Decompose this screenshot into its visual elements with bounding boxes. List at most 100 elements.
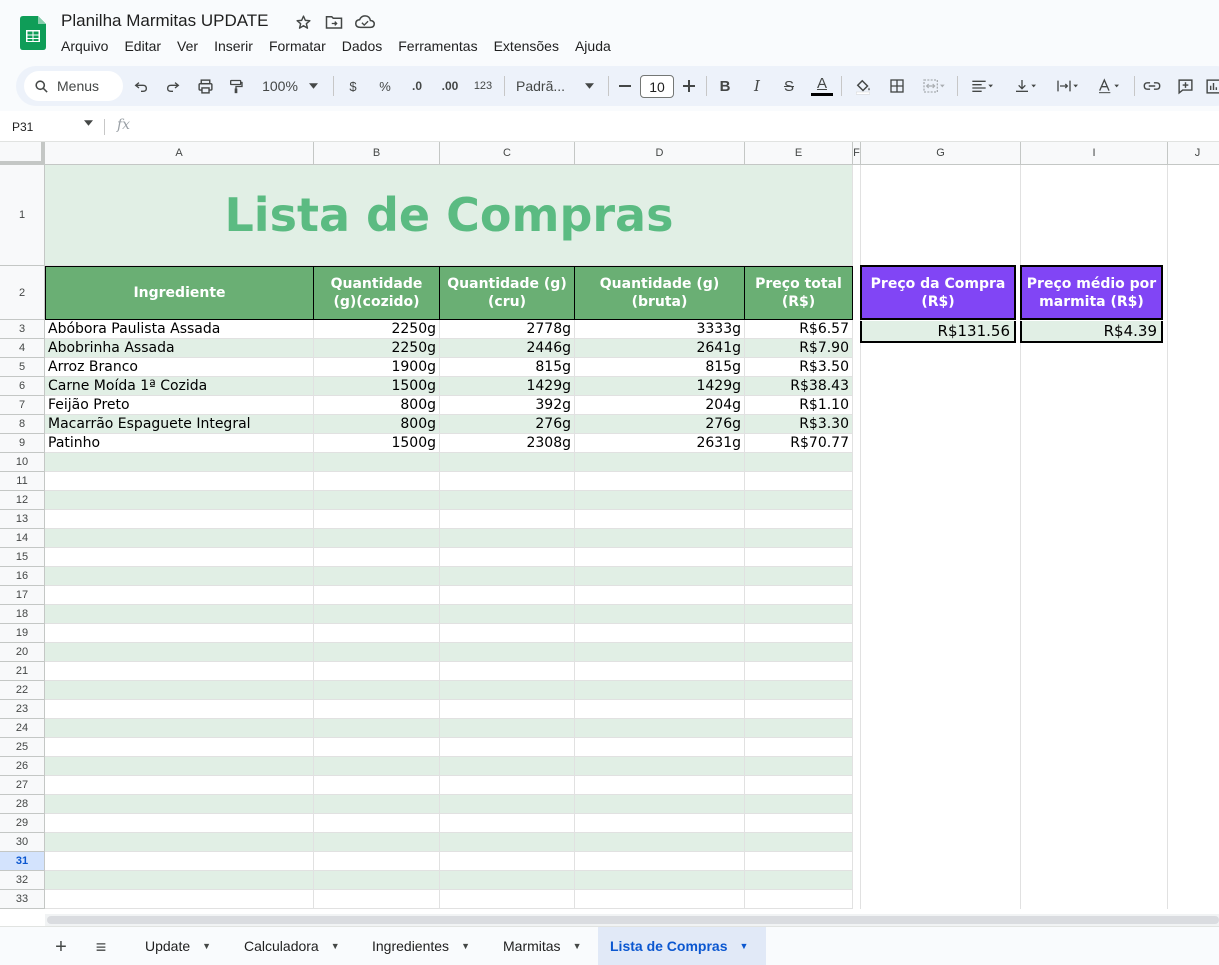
empty-cell[interactable] [314,586,440,605]
menu-editar[interactable]: Editar [116,37,169,55]
cooked-cell[interactable]: 1500g [314,377,440,396]
raw-cell[interactable]: 815g [440,358,575,377]
row-header-22[interactable]: 22 [0,681,45,700]
empty-cell[interactable] [45,567,314,586]
spreadsheet-grid[interactable]: Lista de Compras A B C D E F G I J 1 2 3 4 5 6 7 8 9 10 11 1… [0,142,1219,914]
menu-dados[interactable]: Dados [334,37,390,55]
horizontal-align-icon[interactable] [966,66,1000,106]
empty-cell[interactable] [45,548,314,567]
empty-cell[interactable] [745,510,853,529]
raw-cell[interactable]: 276g [440,415,575,434]
empty-cell[interactable] [575,643,745,662]
price-cell[interactable]: R$3.30 [745,415,853,434]
raw-cell[interactable]: 2446g [440,339,575,358]
gross-cell[interactable]: 1429g [575,377,745,396]
column-header-g[interactable]: G [861,142,1021,165]
empty-cell[interactable] [45,510,314,529]
menus-search[interactable]: Menus [24,71,123,101]
empty-cell[interactable] [314,662,440,681]
text-wrap-icon[interactable] [1051,66,1085,106]
empty-cell[interactable] [45,738,314,757]
column-title-cell[interactable]: Quantidade (g)(cru) [440,266,575,320]
column-title-cell[interactable]: Preço total (R$) [745,266,853,320]
raw-cell[interactable]: 2308g [440,434,575,453]
redo-icon[interactable] [162,66,184,106]
empty-cell[interactable] [45,662,314,681]
strikethrough-button[interactable]: S [779,66,799,106]
insert-comment-icon[interactable] [1174,66,1196,106]
row-header-12[interactable]: 12 [0,491,45,510]
empty-cell[interactable] [45,814,314,833]
empty-cell[interactable] [745,795,853,814]
empty-cell[interactable] [440,624,575,643]
empty-cell[interactable] [440,776,575,795]
empty-cell[interactable] [575,738,745,757]
cooked-cell[interactable]: 800g [314,415,440,434]
gross-cell[interactable]: 276g [575,415,745,434]
row-header-1[interactable]: 1 [0,165,45,266]
empty-cell[interactable] [440,833,575,852]
sheets-logo-icon[interactable] [20,16,46,50]
price-cell[interactable]: R$70.77 [745,434,853,453]
font-family-select[interactable]: Padrã... [516,66,574,106]
column-header-j[interactable]: J [1168,142,1219,165]
increase-font-size-icon[interactable] [680,66,698,106]
empty-cell[interactable] [440,681,575,700]
raw-cell[interactable]: 2778g [440,320,575,339]
empty-cell[interactable] [314,510,440,529]
empty-cell[interactable] [45,586,314,605]
menu-arquivo[interactable]: Arquivo [53,37,116,55]
name-box[interactable]: P31 [12,120,33,134]
column-header-i[interactable]: I [1021,142,1168,165]
row-header-23[interactable]: 23 [0,700,45,719]
paint-format-icon[interactable] [225,66,247,106]
column-header-d[interactable]: D [575,142,745,165]
empty-cell[interactable] [45,491,314,510]
cooked-cell[interactable]: 1500g [314,434,440,453]
borders-icon[interactable] [886,66,908,106]
decrease-font-size-icon[interactable] [616,66,634,106]
empty-cell[interactable] [45,795,314,814]
empty-cell[interactable] [745,567,853,586]
empty-cell[interactable] [745,871,853,890]
font-size-input[interactable]: 10 [640,75,674,98]
empty-cell[interactable] [440,662,575,681]
empty-cell[interactable] [575,814,745,833]
all-sheets-menu-icon[interactable]: ≡ [90,936,112,958]
row-header-14[interactable]: 14 [0,529,45,548]
empty-cell[interactable] [314,681,440,700]
empty-cell[interactable] [745,662,853,681]
insert-chart-icon[interactable] [1202,66,1219,106]
empty-cell[interactable] [575,700,745,719]
menu-extensoes[interactable]: Extensões [486,37,567,55]
zoom-chevron-down-icon[interactable] [305,66,321,106]
empty-cell[interactable] [314,738,440,757]
gross-cell[interactable]: 204g [575,396,745,415]
average-price-value[interactable]: R$4.39 [1020,321,1163,343]
purchase-price-value[interactable]: R$131.56 [860,321,1016,343]
row-header-32[interactable]: 32 [0,871,45,890]
price-cell[interactable]: R$1.10 [745,396,853,415]
empty-cell[interactable] [45,833,314,852]
empty-cell[interactable] [575,624,745,643]
empty-cell[interactable] [314,567,440,586]
move-folder-icon[interactable] [323,11,345,33]
empty-cell[interactable] [440,643,575,662]
empty-cell[interactable] [314,453,440,472]
empty-cell[interactable] [440,548,575,567]
empty-cell[interactable] [314,871,440,890]
cloud-status-icon[interactable] [354,11,376,33]
purchase-price-header[interactable]: Preço da Compra (R$) [860,265,1016,320]
empty-cell[interactable] [314,719,440,738]
price-cell[interactable]: R$6.57 [745,320,853,339]
sheet-tab-ingredientes[interactable]: Ingredientes ▼ [358,927,488,965]
column-title-cell[interactable]: Quantidade (g)(cozido) [314,266,440,320]
empty-cell[interactable] [45,624,314,643]
empty-cell[interactable] [440,719,575,738]
cooked-cell[interactable]: 2250g [314,339,440,358]
ingredient-cell[interactable]: Abóbora Paulista Assada [45,320,314,339]
cooked-cell[interactable]: 2250g [314,320,440,339]
ingredient-cell[interactable]: Patinho [45,434,314,453]
empty-cell[interactable] [314,814,440,833]
empty-cell[interactable] [314,643,440,662]
